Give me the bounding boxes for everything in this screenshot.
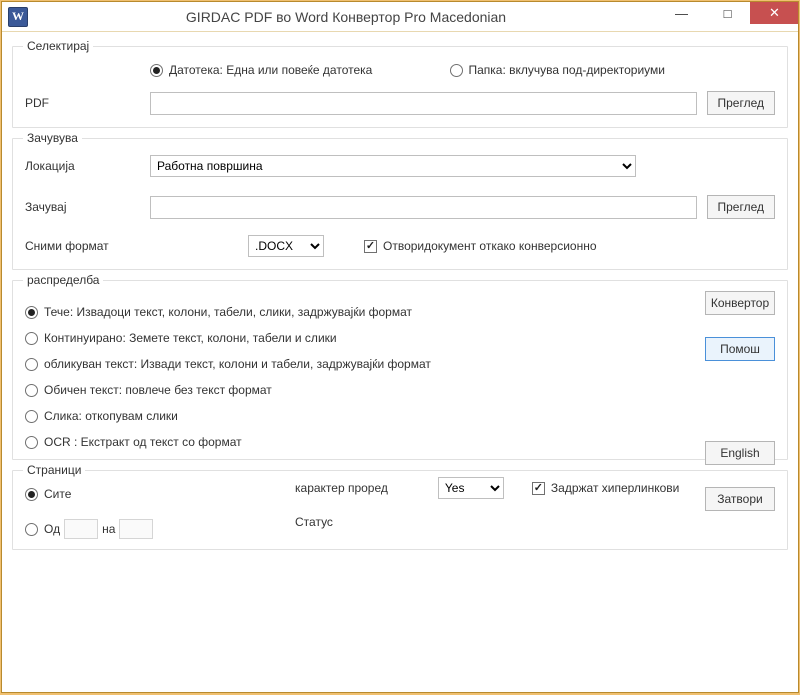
save-browse-button[interactable]: Преглед (707, 195, 776, 219)
pages-to-label: на (102, 522, 115, 536)
radio-ocr-label: OCR : Екстракт од текст со формат (44, 435, 242, 449)
radio-flow[interactable]: Тече: Извадоци текст, колони, табели, сл… (25, 305, 645, 319)
radio-dot-icon (25, 306, 38, 319)
app-icon: W (8, 7, 28, 27)
minimize-button[interactable]: — (658, 2, 704, 24)
page-to-input[interactable] (119, 519, 153, 539)
help-button[interactable]: Помош (705, 337, 775, 361)
app-window: W GIRDAC PDF во Word Конвертор Pro Maced… (1, 1, 799, 693)
radio-pages-all-label: Сите (44, 487, 71, 501)
radio-continuous-label: Континуирано: Земете текст, колони, табе… (44, 331, 337, 345)
english-button[interactable]: English (705, 441, 775, 465)
titlebar: W GIRDAC PDF во Word Конвертор Pro Maced… (2, 2, 798, 32)
open-after-label: Отворидокумент откако конверсионно (383, 239, 597, 253)
select-panel: Селектирај Датотека: Една или повеќе дат… (12, 46, 788, 128)
radio-ocr[interactable]: OCR : Екстракт од текст со формат (25, 435, 645, 449)
status-label: Статус (295, 515, 333, 529)
radio-dot-icon (450, 64, 463, 77)
radio-pages-range[interactable]: Од (25, 522, 60, 536)
radio-file-label: Датотека: Една или повеќе датотека (169, 63, 372, 77)
save-legend: Зачувува (23, 131, 82, 145)
distribution-legend: распределба (23, 273, 103, 287)
pages-legend: Страници (23, 463, 85, 477)
radio-dot-icon (25, 488, 38, 501)
radio-plain-text[interactable]: Обичен текст: повлече без текст формат (25, 383, 645, 397)
save-as-label: Зачувај (25, 200, 150, 214)
window-title: GIRDAC PDF во Word Конвертор Pro Macedon… (34, 9, 658, 25)
convert-button[interactable]: Конвертор (705, 291, 775, 315)
keep-links-label: Задржат хиперлинкови (551, 481, 679, 495)
pages-panel: Страници Сите Од на (12, 470, 788, 550)
radio-folder-label: Папка: вклучува под-директориуми (469, 63, 666, 77)
save-panel: Зачувува Локација Работна површина Зачув… (12, 138, 788, 270)
radio-dot-icon (25, 358, 38, 371)
charspace-label: карактер проред (295, 481, 388, 495)
window-controls: — □ ✕ (658, 2, 798, 31)
location-select[interactable]: Работна површина (150, 155, 636, 177)
radio-image-label: Слика: откопувам слики (44, 409, 178, 423)
radio-dot-icon (25, 332, 38, 345)
radio-formatted-text[interactable]: обликуван текст: Извади текст, колони и … (25, 357, 645, 371)
radio-file-mode[interactable]: Датотека: Една или повеќе датотека (150, 63, 372, 77)
pdf-label: PDF (25, 96, 150, 110)
keep-links-checkbox[interactable]: Задржат хиперлинкови (532, 481, 679, 495)
radio-folder-mode[interactable]: Папка: вклучува под-директориуми (450, 63, 666, 77)
format-label: Сними формат (25, 239, 150, 253)
pdf-path-input[interactable] (150, 92, 697, 115)
radio-continuous[interactable]: Континуирано: Земете текст, колони, табе… (25, 331, 645, 345)
radio-flow-label: Тече: Извадоци текст, колони, табели, сл… (44, 305, 412, 319)
radio-dot-icon (25, 436, 38, 449)
radio-dot-icon (25, 410, 38, 423)
radio-dot-icon (150, 64, 163, 77)
location-label: Локација (25, 159, 150, 173)
charspace-select[interactable]: Yes (438, 477, 504, 499)
close-button[interactable]: ✕ (750, 2, 798, 24)
distribution-panel: распределба Тече: Извадоци текст, колони… (12, 280, 788, 460)
maximize-button[interactable]: □ (704, 2, 750, 24)
pdf-browse-button[interactable]: Преглед (707, 91, 776, 115)
radio-formatted-text-label: обликуван текст: Извади текст, колони и … (44, 357, 431, 371)
format-select[interactable]: .DOCX (248, 235, 324, 257)
select-legend: Селектирај (23, 39, 93, 53)
open-after-checkbox[interactable]: Отворидокумент откако конверсионно (364, 239, 597, 253)
radio-pages-all[interactable]: Сите (25, 487, 71, 501)
checkbox-icon (364, 240, 377, 253)
radio-pages-from-label: Од (44, 522, 60, 536)
save-path-input[interactable] (150, 196, 697, 219)
radio-dot-icon (25, 384, 38, 397)
radio-plain-text-label: Обичен текст: повлече без текст формат (44, 383, 272, 397)
checkbox-icon (532, 482, 545, 495)
radio-image[interactable]: Слика: откопувам слики (25, 409, 645, 423)
page-from-input[interactable] (64, 519, 98, 539)
radio-dot-icon (25, 523, 38, 536)
